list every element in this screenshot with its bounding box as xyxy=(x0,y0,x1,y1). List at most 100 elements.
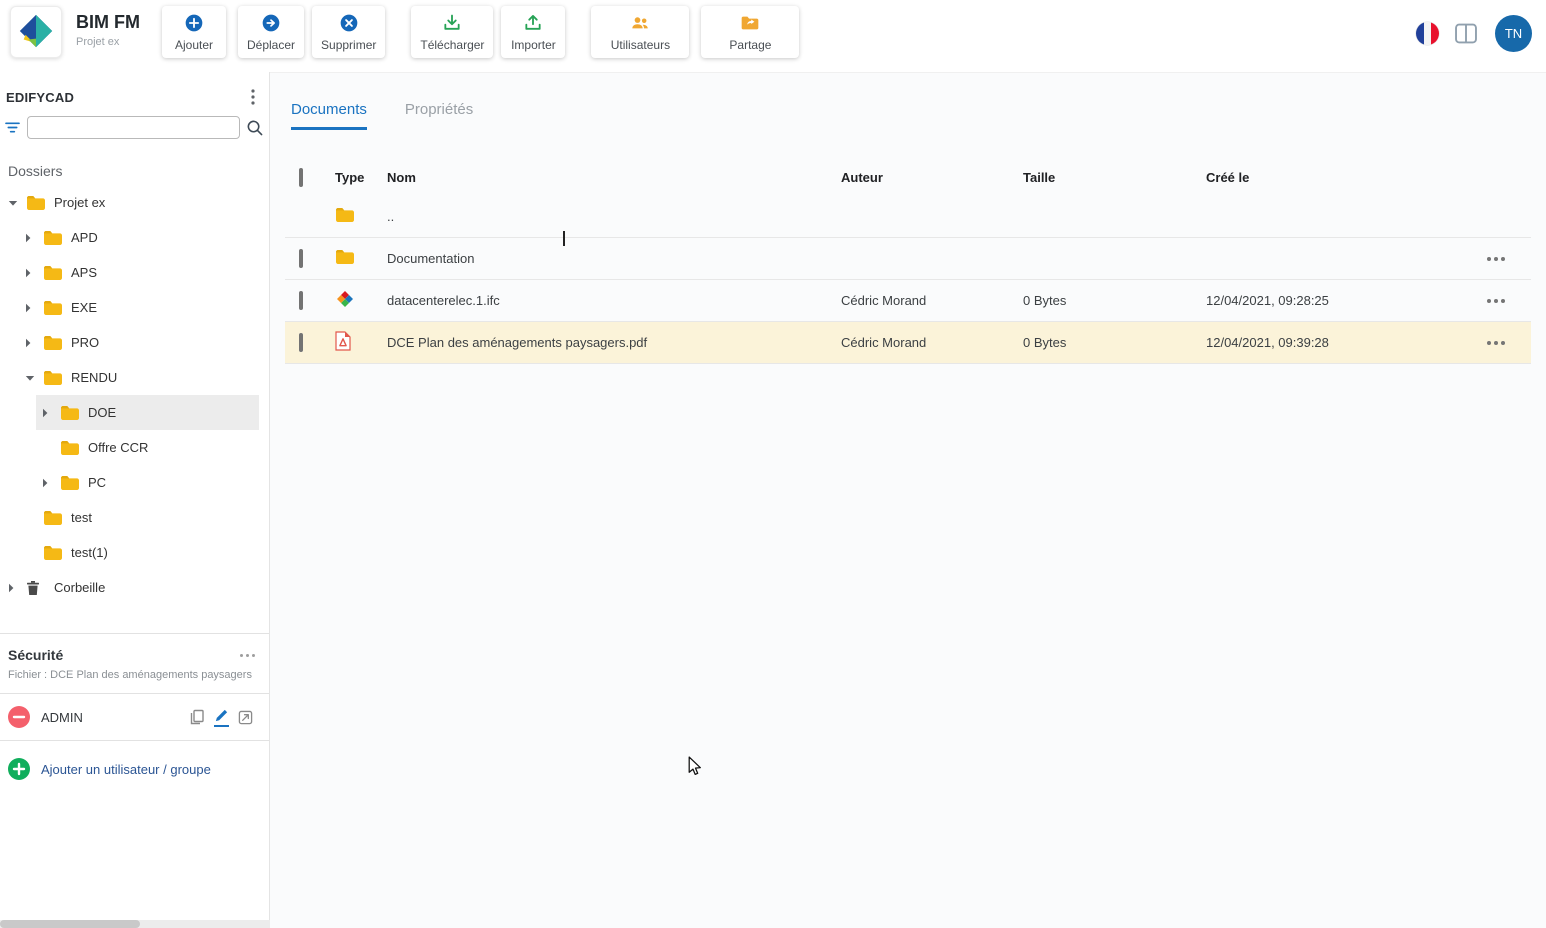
table-header-row: Type Nom Auteur Taille Créé le xyxy=(285,158,1531,196)
tabs: Documents Propriétés xyxy=(285,73,1531,130)
top-toolbar: BIM FM Projet ex Ajouter Déplacer Suppri… xyxy=(0,0,1546,72)
row-checkbox[interactable] xyxy=(299,249,303,268)
delete-button-label: Supprimer xyxy=(321,38,377,52)
french-flag-icon[interactable] xyxy=(1416,22,1439,45)
chevron-right-icon[interactable] xyxy=(25,233,43,243)
tree-label: Projet ex xyxy=(54,195,106,210)
tab-documents[interactable]: Documents xyxy=(291,101,367,130)
sidebar-item-corbeille[interactable]: Corbeille xyxy=(0,570,269,605)
security-file-info: Fichier : DCE Plan des aménagements pays… xyxy=(0,665,269,694)
tree-label: RENDU xyxy=(71,370,118,385)
tree-label: Offre CCR xyxy=(88,440,149,455)
add-user-group-button[interactable]: Ajouter un utilisateur / groupe xyxy=(0,741,269,797)
row-author: Cédric Morand xyxy=(841,335,927,350)
import-button[interactable]: Importer xyxy=(501,6,566,58)
search-input[interactable] xyxy=(27,116,240,139)
table-row-pdf-file[interactable]: DCE Plan des aménagements paysagers.pdf … xyxy=(285,322,1531,364)
row-checkbox[interactable] xyxy=(299,291,303,310)
copy-icon[interactable] xyxy=(189,709,205,725)
remove-user-icon[interactable] xyxy=(8,706,30,728)
table-row-parent-folder[interactable]: .. xyxy=(285,196,1531,238)
header-type: Type xyxy=(335,169,365,185)
tree-label: APS xyxy=(71,265,98,280)
folder-icon xyxy=(43,510,63,526)
share-button[interactable]: Partage xyxy=(701,6,800,58)
sidebar-item-aps[interactable]: APS xyxy=(0,255,269,290)
sidebar-item-apd[interactable]: APD xyxy=(0,220,269,255)
folder-icon xyxy=(60,440,80,456)
chevron-right-icon[interactable] xyxy=(42,408,60,418)
row-size: 0 Bytes xyxy=(1023,293,1067,308)
move-circle-icon xyxy=(261,13,281,36)
sidebar-item-pro[interactable]: PRO xyxy=(0,325,269,360)
tree-label: DOE xyxy=(88,405,117,420)
sidebar-item-doe[interactable]: DOE xyxy=(0,395,269,430)
filter-icon[interactable] xyxy=(4,121,21,134)
upload-icon xyxy=(523,13,543,36)
tree-label: PRO xyxy=(71,335,100,350)
row-name[interactable]: DCE Plan des aménagements paysagers.pdf xyxy=(383,335,841,350)
project-name: Projet ex xyxy=(76,36,120,48)
sidebar-item-projet-ex[interactable]: Projet ex xyxy=(0,185,269,220)
table-row-documentation[interactable]: Documentation xyxy=(285,238,1531,280)
search-icon[interactable] xyxy=(246,119,263,136)
sidebar-item-test1[interactable]: test(1) xyxy=(0,535,269,570)
app-logo[interactable] xyxy=(10,6,62,58)
sidebar-item-offre-ccr[interactable]: Offre CCR xyxy=(0,430,269,465)
chevron-right-icon[interactable] xyxy=(25,303,43,313)
folder-tree: Projet ex APD APS EXE PRO RENDU DOE Offr… xyxy=(0,185,269,605)
delete-button[interactable]: Supprimer xyxy=(312,6,386,58)
row-actions-icon[interactable] xyxy=(1461,335,1531,351)
text-caret xyxy=(563,231,565,246)
row-actions-icon[interactable] xyxy=(1461,293,1531,309)
users-button[interactable]: Utilisateurs xyxy=(591,6,690,58)
download-button-label: Télécharger xyxy=(420,38,485,52)
tree-label: test xyxy=(71,510,92,525)
chevron-down-icon[interactable] xyxy=(25,375,43,381)
sidebar-item-pc[interactable]: PC xyxy=(0,465,269,500)
app-title: BIM FM xyxy=(76,12,140,32)
share-folder-icon xyxy=(740,13,760,36)
trash-icon xyxy=(26,580,46,596)
header-size: Taille xyxy=(1023,169,1056,185)
select-all-checkbox[interactable] xyxy=(299,167,303,187)
chevron-right-icon[interactable] xyxy=(25,338,43,348)
row-checkbox[interactable] xyxy=(299,333,303,352)
pdf-file-icon xyxy=(335,331,351,354)
add-circle-icon xyxy=(8,758,30,780)
chevron-right-icon[interactable] xyxy=(8,583,26,593)
security-heading: Sécurité xyxy=(8,647,64,663)
tab-proprietes[interactable]: Propriétés xyxy=(405,101,473,130)
edit-pencil-icon[interactable] xyxy=(214,708,229,727)
folder-icon xyxy=(60,475,80,491)
header-author: Auteur xyxy=(841,169,883,185)
sidebar-menu-kebab-icon[interactable] xyxy=(245,88,261,106)
security-menu-icon[interactable] xyxy=(240,648,255,663)
chevron-right-icon[interactable] xyxy=(42,478,60,488)
sidebar-item-rendu[interactable]: RENDU xyxy=(0,360,269,395)
row-name[interactable]: datacenterelec.1.ifc xyxy=(383,293,841,308)
sidebar-item-test[interactable]: test xyxy=(0,500,269,535)
row-actions-icon[interactable] xyxy=(1461,251,1531,267)
users-button-label: Utilisateurs xyxy=(610,38,671,52)
table-row-ifc-file[interactable]: datacenterelec.1.ifc Cédric Morand 0 Byt… xyxy=(285,280,1531,322)
move-button[interactable]: Déplacer xyxy=(237,6,305,58)
tree-label: APD xyxy=(71,230,98,245)
sidebar-brand: EDIFYCAD xyxy=(6,89,75,105)
import-button-label: Importer xyxy=(511,38,556,52)
sidebar-horizontal-scrollbar[interactable] xyxy=(0,920,270,928)
add-circle-icon xyxy=(184,13,204,36)
chevron-right-icon[interactable] xyxy=(25,268,43,278)
export-icon[interactable] xyxy=(238,710,253,725)
add-button-label: Ajouter xyxy=(174,38,213,52)
scrollbar-thumb[interactable] xyxy=(0,920,140,928)
sidebar-item-exe[interactable]: EXE xyxy=(0,290,269,325)
row-name[interactable]: Documentation xyxy=(383,251,841,266)
chevron-down-icon[interactable] xyxy=(8,200,26,206)
user-avatar[interactable]: TN xyxy=(1495,15,1532,52)
download-button[interactable]: Télécharger xyxy=(411,6,494,58)
folder-icon xyxy=(26,195,46,211)
row-name[interactable]: .. xyxy=(383,209,841,224)
columns-layout-icon[interactable] xyxy=(1454,22,1480,46)
add-button[interactable]: Ajouter xyxy=(161,6,226,58)
